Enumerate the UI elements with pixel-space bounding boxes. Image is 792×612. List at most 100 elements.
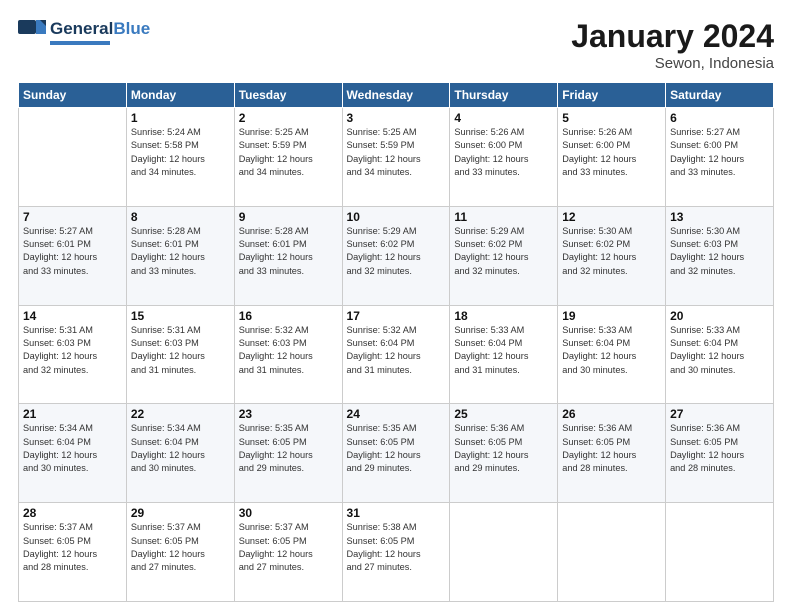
calendar-cell: 5Sunrise: 5:26 AMSunset: 6:00 PMDaylight…: [558, 108, 666, 207]
calendar-cell: 8Sunrise: 5:28 AMSunset: 6:01 PMDaylight…: [126, 206, 234, 305]
day-number: 15: [131, 309, 230, 323]
calendar-cell: 31Sunrise: 5:38 AMSunset: 6:05 PMDayligh…: [342, 503, 450, 602]
calendar-cell: 27Sunrise: 5:36 AMSunset: 6:05 PMDayligh…: [666, 404, 774, 503]
calendar-week-row: 1Sunrise: 5:24 AMSunset: 5:58 PMDaylight…: [19, 108, 774, 207]
day-number: 25: [454, 407, 553, 421]
calendar-cell: 21Sunrise: 5:34 AMSunset: 6:04 PMDayligh…: [19, 404, 127, 503]
day-info: Sunrise: 5:25 AMSunset: 5:59 PMDaylight:…: [347, 126, 446, 179]
day-info: Sunrise: 5:38 AMSunset: 6:05 PMDaylight:…: [347, 521, 446, 574]
day-info: Sunrise: 5:29 AMSunset: 6:02 PMDaylight:…: [347, 225, 446, 278]
day-info: Sunrise: 5:33 AMSunset: 6:04 PMDaylight:…: [670, 324, 769, 377]
calendar-cell: 14Sunrise: 5:31 AMSunset: 6:03 PMDayligh…: [19, 305, 127, 404]
day-info: Sunrise: 5:25 AMSunset: 5:59 PMDaylight:…: [239, 126, 338, 179]
calendar-table: Sunday Monday Tuesday Wednesday Thursday…: [18, 82, 774, 602]
day-info: Sunrise: 5:35 AMSunset: 6:05 PMDaylight:…: [239, 422, 338, 475]
calendar-page: GeneralBlue January 2024 Sewon, Indonesi…: [0, 0, 792, 612]
calendar-cell: 17Sunrise: 5:32 AMSunset: 6:04 PMDayligh…: [342, 305, 450, 404]
calendar-cell: 12Sunrise: 5:30 AMSunset: 6:02 PMDayligh…: [558, 206, 666, 305]
calendar-cell: 30Sunrise: 5:37 AMSunset: 6:05 PMDayligh…: [234, 503, 342, 602]
day-number: 17: [347, 309, 446, 323]
calendar-cell: 18Sunrise: 5:33 AMSunset: 6:04 PMDayligh…: [450, 305, 558, 404]
calendar-cell: 22Sunrise: 5:34 AMSunset: 6:04 PMDayligh…: [126, 404, 234, 503]
calendar-cell: 28Sunrise: 5:37 AMSunset: 6:05 PMDayligh…: [19, 503, 127, 602]
day-number: 9: [239, 210, 338, 224]
day-info: Sunrise: 5:34 AMSunset: 6:04 PMDaylight:…: [131, 422, 230, 475]
calendar-week-row: 21Sunrise: 5:34 AMSunset: 6:04 PMDayligh…: [19, 404, 774, 503]
day-info: Sunrise: 5:31 AMSunset: 6:03 PMDaylight:…: [131, 324, 230, 377]
col-thursday: Thursday: [450, 83, 558, 108]
col-tuesday: Tuesday: [234, 83, 342, 108]
col-monday: Monday: [126, 83, 234, 108]
day-info: Sunrise: 5:28 AMSunset: 6:01 PMDaylight:…: [131, 225, 230, 278]
day-number: 19: [562, 309, 661, 323]
calendar-cell: 2Sunrise: 5:25 AMSunset: 5:59 PMDaylight…: [234, 108, 342, 207]
day-number: 5: [562, 111, 661, 125]
day-number: 16: [239, 309, 338, 323]
calendar-cell: [558, 503, 666, 602]
day-number: 28: [23, 506, 122, 520]
day-info: Sunrise: 5:31 AMSunset: 6:03 PMDaylight:…: [23, 324, 122, 377]
day-info: Sunrise: 5:33 AMSunset: 6:04 PMDaylight:…: [454, 324, 553, 377]
calendar-cell: 23Sunrise: 5:35 AMSunset: 6:05 PMDayligh…: [234, 404, 342, 503]
day-number: 13: [670, 210, 769, 224]
day-number: 7: [23, 210, 122, 224]
day-info: Sunrise: 5:33 AMSunset: 6:04 PMDaylight:…: [562, 324, 661, 377]
day-number: 31: [347, 506, 446, 520]
day-number: 23: [239, 407, 338, 421]
calendar-header-row: Sunday Monday Tuesday Wednesday Thursday…: [19, 83, 774, 108]
day-info: Sunrise: 5:32 AMSunset: 6:03 PMDaylight:…: [239, 324, 338, 377]
col-saturday: Saturday: [666, 83, 774, 108]
calendar-cell: 13Sunrise: 5:30 AMSunset: 6:03 PMDayligh…: [666, 206, 774, 305]
day-number: 10: [347, 210, 446, 224]
logo-icon: [18, 18, 48, 46]
day-info: Sunrise: 5:35 AMSunset: 6:05 PMDaylight:…: [347, 422, 446, 475]
calendar-cell: 26Sunrise: 5:36 AMSunset: 6:05 PMDayligh…: [558, 404, 666, 503]
calendar-week-row: 28Sunrise: 5:37 AMSunset: 6:05 PMDayligh…: [19, 503, 774, 602]
calendar-week-row: 14Sunrise: 5:31 AMSunset: 6:03 PMDayligh…: [19, 305, 774, 404]
logo: GeneralBlue: [18, 18, 150, 46]
logo-general: General: [50, 19, 113, 39]
col-friday: Friday: [558, 83, 666, 108]
calendar-cell: 4Sunrise: 5:26 AMSunset: 6:00 PMDaylight…: [450, 108, 558, 207]
calendar-cell: 1Sunrise: 5:24 AMSunset: 5:58 PMDaylight…: [126, 108, 234, 207]
calendar-cell: [450, 503, 558, 602]
calendar-body: 1Sunrise: 5:24 AMSunset: 5:58 PMDaylight…: [19, 108, 774, 602]
calendar-cell: 24Sunrise: 5:35 AMSunset: 6:05 PMDayligh…: [342, 404, 450, 503]
calendar-cell: 29Sunrise: 5:37 AMSunset: 6:05 PMDayligh…: [126, 503, 234, 602]
header: GeneralBlue January 2024 Sewon, Indonesi…: [18, 18, 774, 72]
col-wednesday: Wednesday: [342, 83, 450, 108]
day-info: Sunrise: 5:37 AMSunset: 6:05 PMDaylight:…: [239, 521, 338, 574]
day-info: Sunrise: 5:36 AMSunset: 6:05 PMDaylight:…: [562, 422, 661, 475]
calendar-cell: 16Sunrise: 5:32 AMSunset: 6:03 PMDayligh…: [234, 305, 342, 404]
day-info: Sunrise: 5:27 AMSunset: 6:00 PMDaylight:…: [670, 126, 769, 179]
day-info: Sunrise: 5:28 AMSunset: 6:01 PMDaylight:…: [239, 225, 338, 278]
day-info: Sunrise: 5:29 AMSunset: 6:02 PMDaylight:…: [454, 225, 553, 278]
calendar-cell: 15Sunrise: 5:31 AMSunset: 6:03 PMDayligh…: [126, 305, 234, 404]
day-number: 3: [347, 111, 446, 125]
calendar-cell: 25Sunrise: 5:36 AMSunset: 6:05 PMDayligh…: [450, 404, 558, 503]
day-number: 18: [454, 309, 553, 323]
calendar-cell: 7Sunrise: 5:27 AMSunset: 6:01 PMDaylight…: [19, 206, 127, 305]
day-number: 6: [670, 111, 769, 125]
day-number: 27: [670, 407, 769, 421]
day-number: 14: [23, 309, 122, 323]
day-number: 2: [239, 111, 338, 125]
day-info: Sunrise: 5:30 AMSunset: 6:02 PMDaylight:…: [562, 225, 661, 278]
calendar-cell: [19, 108, 127, 207]
day-info: Sunrise: 5:36 AMSunset: 6:05 PMDaylight:…: [670, 422, 769, 475]
day-number: 11: [454, 210, 553, 224]
day-number: 1: [131, 111, 230, 125]
calendar-cell: 20Sunrise: 5:33 AMSunset: 6:04 PMDayligh…: [666, 305, 774, 404]
day-number: 29: [131, 506, 230, 520]
day-number: 12: [562, 210, 661, 224]
day-info: Sunrise: 5:32 AMSunset: 6:04 PMDaylight:…: [347, 324, 446, 377]
day-number: 26: [562, 407, 661, 421]
title-block: January 2024 Sewon, Indonesia: [571, 18, 774, 72]
day-info: Sunrise: 5:37 AMSunset: 6:05 PMDaylight:…: [23, 521, 122, 574]
calendar-cell: 6Sunrise: 5:27 AMSunset: 6:00 PMDaylight…: [666, 108, 774, 207]
day-info: Sunrise: 5:37 AMSunset: 6:05 PMDaylight:…: [131, 521, 230, 574]
day-info: Sunrise: 5:27 AMSunset: 6:01 PMDaylight:…: [23, 225, 122, 278]
day-info: Sunrise: 5:26 AMSunset: 6:00 PMDaylight:…: [454, 126, 553, 179]
calendar-title: January 2024: [571, 18, 774, 55]
day-number: 20: [670, 309, 769, 323]
